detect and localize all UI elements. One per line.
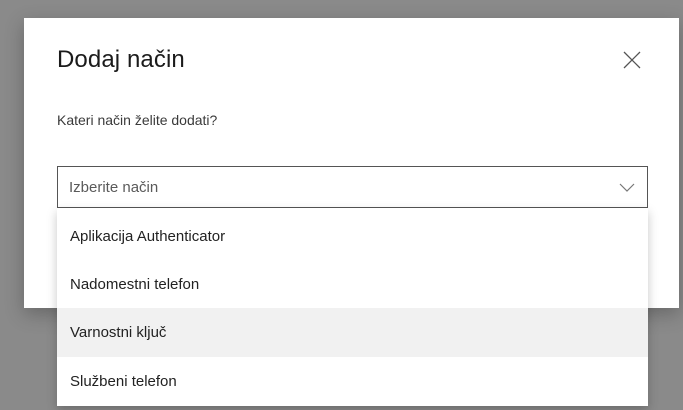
close-icon [623,51,641,69]
method-prompt: Kateri način želite dodati? [57,112,218,128]
dialog-title: Dodaj način [57,46,185,73]
option-authenticator-app[interactable]: Aplikacija Authenticator [57,212,648,261]
option-office-phone[interactable]: Službeni telefon [57,357,648,406]
method-dropdown-list: Aplikacija Authenticator Nadomestni tele… [57,208,648,406]
close-button[interactable] [620,48,644,72]
method-select[interactable]: Izberite način [57,166,648,208]
option-alternate-phone[interactable]: Nadomestni telefon [57,260,648,309]
option-security-key[interactable]: Varnostni ključ [57,308,648,357]
chevron-down-icon [619,181,635,193]
select-placeholder: Izberite način [69,179,159,196]
